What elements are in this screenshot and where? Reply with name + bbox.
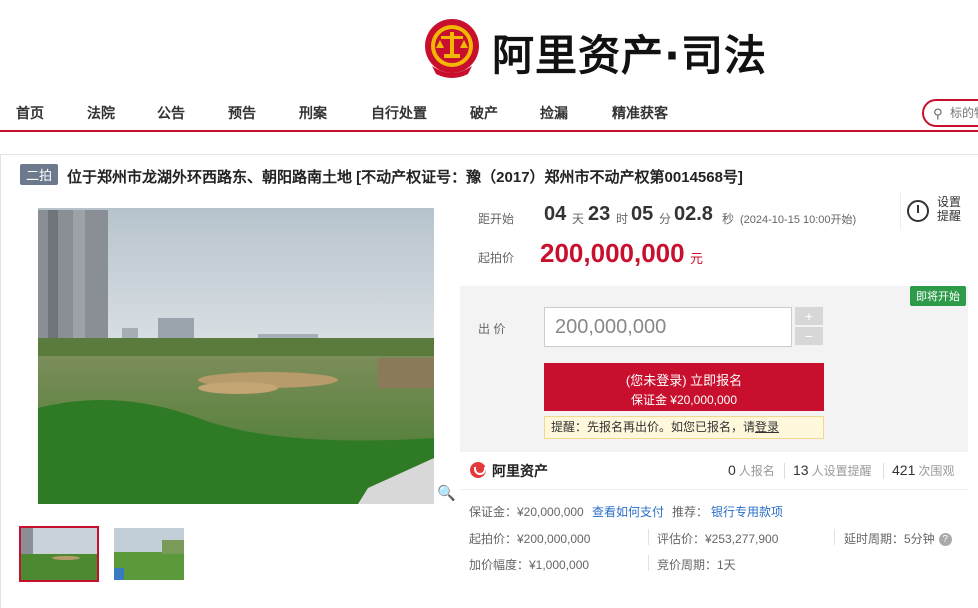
nav-announcement[interactable]: 公告 — [157, 103, 185, 123]
start-price-label: 起拍价 — [478, 251, 515, 265]
countdown-minutes: 05 — [631, 203, 654, 225]
countdown-minutes-unit: 分 — [659, 212, 672, 226]
lot-title: 位于郑州市龙湖外环西路东、朝阳路南土地 [不动产权证号：豫（2017）郑州市不动… — [67, 169, 743, 186]
search-icon: ⚲ — [933, 106, 943, 121]
nav-court[interactable]: 法院 — [87, 103, 115, 123]
help-icon[interactable]: ? — [938, 533, 952, 547]
countdown-seconds: 02.8 — [674, 203, 713, 225]
site-header: 阿里资产·司法 — [0, 0, 978, 92]
nav-precise-leads[interactable]: 精准获客 — [612, 103, 668, 123]
tip-text: 提醒：先报名再出价。如您已报名，请 — [551, 420, 756, 434]
increment-info: 加价幅度：¥1,000,000 — [469, 558, 590, 572]
view-count-label: 次围观 — [918, 464, 955, 478]
thumbnail-2[interactable] — [114, 528, 184, 580]
reminder-label: 设置提醒 — [937, 195, 962, 223]
court-emblem-icon — [425, 19, 479, 78]
start-price-unit: 元 — [690, 251, 704, 266]
deposit-info: 保证金：¥20,000,000 — [469, 505, 584, 519]
ali-asset-logo-icon — [470, 462, 486, 478]
nav-self-disposal[interactable]: 自行处置 — [371, 103, 427, 123]
ali-asset-brand: 阿里资产 — [492, 463, 548, 479]
thumbnail-image — [21, 528, 97, 580]
bid-amount-field[interactable]: 200,000,000 — [544, 307, 792, 347]
thumbnail-image — [114, 528, 184, 580]
bid-label: 出 价 — [478, 322, 506, 336]
countdown-seconds-unit: 秒 — [722, 212, 735, 226]
nav-bankruptcy[interactable]: 破产 — [470, 103, 498, 123]
nav-home[interactable]: 首页 — [16, 103, 44, 123]
view-count: 421 次围观 — [892, 462, 954, 479]
countdown-days-unit: 天 — [572, 212, 585, 226]
recommend-label: 推荐： — [672, 505, 709, 519]
divider — [648, 529, 649, 545]
countdown-hours-unit: 时 — [616, 212, 629, 226]
start-price-value: 200,000,000 — [540, 238, 685, 268]
reminder-count-value: 13 — [793, 462, 809, 478]
signup-count-label: 人报名 — [738, 464, 775, 478]
brand-title: 阿里资产·司法 — [492, 31, 767, 80]
start-price-info: 起拍价：¥200,000,000 — [469, 532, 591, 546]
view-count-value: 421 — [892, 462, 916, 478]
divider — [834, 529, 835, 545]
start-time: (2024-10-15 10:00开始) — [740, 214, 857, 226]
search-input[interactable] — [950, 105, 978, 121]
appraisal-info: 评估价：¥253,277,900 — [657, 532, 779, 546]
countdown-hours: 23 — [588, 203, 611, 225]
thumbnail-1[interactable] — [19, 526, 99, 582]
countdown-label: 距开始 — [478, 212, 515, 226]
bank-loan-link[interactable]: 银行专用款项 — [711, 503, 783, 520]
clock-icon — [907, 200, 929, 222]
nav-preview[interactable]: 预告 — [228, 103, 256, 123]
nav-criminal[interactable]: 刑案 — [299, 103, 327, 123]
status-badge: 即将开始 — [910, 286, 966, 306]
search-box[interactable]: ⚲ — [922, 99, 978, 127]
signup-label: (您未登录) 立即报名 — [625, 373, 743, 388]
login-tip: 提醒：先报名再出价。如您已报名，请登录 — [544, 416, 824, 439]
main-photo[interactable] — [38, 208, 434, 504]
divider — [784, 463, 785, 479]
land-photo — [38, 208, 434, 504]
how-to-pay-link[interactable]: 查看如何支付 — [592, 503, 664, 520]
signup-count: 0 人报名 — [728, 462, 775, 479]
zoom-icon[interactable]: 🔍 — [437, 484, 461, 504]
reminder-count-label: 人设置提醒 — [811, 464, 872, 478]
delay-period-info: 延时周期：5分钟? — [844, 530, 952, 547]
delay-period-text: 延时周期：5分钟 — [844, 532, 935, 546]
auction-round-badge: 二拍 — [20, 164, 59, 185]
divider — [883, 463, 884, 479]
increase-bid-button[interactable]: + — [795, 307, 823, 325]
bid-cycle-info: 竞价周期：1天 — [657, 558, 736, 572]
reminder-count: 13 人设置提醒 — [793, 462, 872, 479]
main-nav: 首页 法院 公告 预告 刑案 自行处置 破产 捡漏 精准获客 — [0, 92, 978, 132]
set-reminder-button[interactable]: 设置提醒 — [900, 192, 966, 230]
deposit-label: 保证金 ¥20,000,000 — [630, 393, 738, 407]
countdown-days: 04 — [544, 203, 567, 225]
signup-count-value: 0 — [728, 462, 736, 478]
decrease-bid-button[interactable]: − — [795, 327, 823, 345]
divider — [648, 555, 649, 571]
signup-button[interactable]: (您未登录) 立即报名 保证金 ¥20,000,000 — [544, 363, 824, 411]
login-link[interactable]: 登录 — [755, 420, 779, 434]
nav-bargain[interactable]: 捡漏 — [540, 103, 568, 123]
